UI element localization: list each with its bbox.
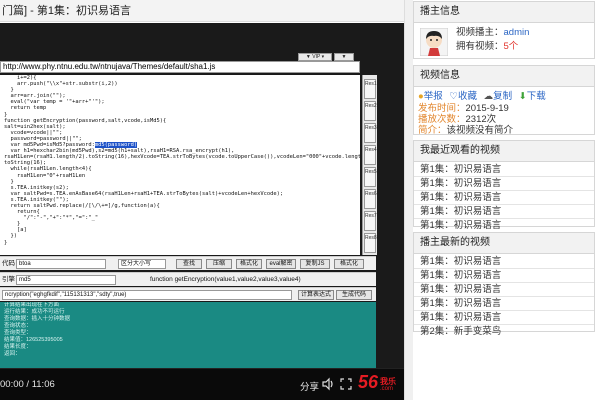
result-panel: 计算结果出现在下方面 运行结果：成功不可运行 查询数据：插入十分钟数据 查询状态： 查询…	[0, 302, 376, 368]
result-tab: Res6	[364, 189, 377, 209]
list-item[interactable]: 第1集：初识易语言	[414, 296, 594, 310]
format-button: 格式化	[236, 258, 262, 269]
56-logo: 56 我乐 .com	[358, 372, 402, 396]
list-item[interactable]: 第1集：初识易语言	[414, 268, 594, 282]
result-tab: Res2	[364, 101, 377, 121]
recent-watched-header: 我最近观看的视频	[414, 141, 594, 162]
video-info-header: 视频信息	[414, 66, 594, 87]
logo-number: 56	[358, 372, 379, 392]
result-line: 结果值：126525395005	[4, 337, 63, 343]
player-controls: 00:00 / 11:06 分享 56 我乐 .com	[0, 368, 404, 400]
browser-top-buttons: ▼ VIP ▾ ▼	[298, 53, 356, 61]
engine-select: md5	[16, 274, 116, 285]
result-line: 查询状态：	[4, 323, 32, 329]
avatar[interactable]	[420, 28, 448, 56]
fullscreen-icon[interactable]	[340, 378, 352, 390]
result-side-tabs: Res1 Res2 Res3 Res4 Res5 Res6 Res7 Res8	[362, 75, 377, 255]
engine-toolbar: 引擎 md5 function getEncryption(value1,val…	[0, 272, 376, 286]
page-scrollbar[interactable]	[404, 0, 413, 400]
code-toolbar: 代码 btoa 区分大小写 查找 压缩 格式化 eval解密 复制JS 格式化	[0, 256, 376, 270]
list-item[interactable]: 第1集：初识易语言	[414, 310, 594, 324]
download-link[interactable]: 下载	[527, 91, 546, 102]
video-screen[interactable]: ▼ VIP ▾ ▼ http://www.phy.ntnu.edu.tw/ntn…	[0, 23, 404, 368]
recent-watched-list: 第1集：初识易语言 第1集：初识易语言 第1集：初识易语言 第1集：初识易语言 …	[414, 162, 594, 232]
address-bar: http://www.phy.ntnu.edu.tw/ntnujava/Them…	[0, 61, 360, 73]
uploader-name-row: 视频播主：admin	[456, 24, 529, 38]
code-line: }	[4, 239, 8, 246]
expression-toolbar: ncryption("eghgfkdif","115131313","sdty"…	[0, 287, 376, 301]
function-signature: function getEncryption(value1,value2,val…	[150, 276, 301, 283]
download-icon: ⬇	[518, 91, 527, 102]
video-actions: ●举报 ♡收藏 ☁复制 ⬇下载	[418, 88, 594, 102]
uploader-box: 播主信息 视频播主：admin 拥有视频：5个	[413, 1, 595, 59]
list-item[interactable]: 第1集：初识易语言	[414, 204, 594, 218]
result-tab: Res8	[364, 233, 377, 253]
find-button: 查找	[176, 258, 202, 269]
result-line: 查询类型：	[4, 330, 32, 336]
code-text: var md5Pwd=isMd5?password:	[4, 142, 95, 149]
uploader-name-link[interactable]: admin	[504, 27, 530, 38]
intro-text: 该视频没有简介	[446, 125, 514, 136]
intro-row: 简介：该视频没有简介	[418, 122, 513, 136]
uploader-count-value: 5个	[503, 41, 519, 52]
format2-button: 格式化	[334, 258, 364, 269]
list-item[interactable]: 第1集：初识易语言	[414, 190, 594, 204]
list-item[interactable]: 第1集：初识易语言	[414, 255, 594, 268]
eval-decrypt-button: eval解密	[266, 258, 296, 269]
result-tab: Res1	[364, 79, 377, 99]
latest-videos-list: 第1集：初识易语言 第1集：初识易语言 第1集：初识易语言 第1集：初识易语言 …	[414, 254, 594, 338]
uploader-count-label: 拥有视频：	[456, 41, 504, 52]
result-line: 结果长度：	[4, 344, 32, 350]
recent-watched-box: 我最近观看的视频 第1集：初识易语言 第1集：初识易语言 第1集：初识易语言 第…	[413, 140, 595, 231]
vip-button: ▼ VIP ▾	[298, 53, 332, 61]
result-line: 查询数据：插入十分钟数据	[4, 316, 71, 322]
result-tab: Res5	[364, 167, 377, 187]
playback-time: 00:00 / 11:06	[0, 379, 55, 390]
uploader-count-row: 拥有视频：5个	[456, 38, 518, 52]
result-line: 运行结果：成功不可运行	[4, 309, 65, 315]
code-highlight: md5(password)	[94, 142, 138, 149]
latest-videos-header: 播主最新的视频	[414, 233, 594, 254]
calculate-button: 计算表达式	[298, 289, 334, 300]
share-button[interactable]: 分享	[300, 379, 319, 393]
page-title: 门篇] - 第1集：初识易语言	[0, 0, 404, 22]
expression-input: ncryption("eghgfkdif","115131313","sdty"…	[2, 289, 292, 300]
video-info-box: 视频信息 ●举报 ♡收藏 ☁复制 ⬇下载 发布时间：2015-9-19 播放次数…	[413, 65, 595, 136]
list-item[interactable]: 第1集：初识易语言	[414, 282, 594, 296]
generate-code-button: 生成代码	[336, 289, 372, 300]
compress-button: 压缩	[206, 258, 232, 269]
result-tab: Res4	[364, 145, 377, 165]
engine-label: 引擎	[2, 276, 15, 283]
logo-domain: .com	[380, 386, 394, 392]
list-item[interactable]: 第2集：新手变菜鸟	[414, 324, 594, 338]
code-line: rsaH1Len=(rsaH1.length/2).toString(16),h…	[4, 154, 360, 161]
case-select: 区分大小写	[118, 258, 166, 269]
result-line: 计算结果出现在下方面	[4, 302, 60, 308]
list-item[interactable]: 第1集：初识易语言	[414, 218, 594, 232]
uploader-name-label: 视频播主：	[456, 27, 504, 38]
code-label: 代码	[2, 260, 15, 267]
dropdown-button: ▼	[334, 53, 354, 61]
video-player[interactable]: ▼ VIP ▾ ▼ http://www.phy.ntnu.edu.tw/ntn…	[0, 23, 404, 400]
list-item[interactable]: 第1集：初识易语言	[414, 163, 594, 176]
code-search-input: btoa	[16, 258, 106, 269]
latest-videos-box: 播主最新的视频 第1集：初识易语言 第1集：初识易语言 第1集：初识易语言 第1…	[413, 232, 595, 337]
copy-js-button: 复制JS	[300, 258, 330, 269]
volume-icon[interactable]	[321, 377, 335, 391]
list-item[interactable]: 第1集：初识易语言	[414, 176, 594, 190]
uploader-header: 播主信息	[414, 2, 594, 23]
result-line: 返回：	[4, 351, 21, 357]
result-tab: Res7	[364, 211, 377, 231]
intro-label: 简介：	[418, 125, 447, 136]
code-editor: i+=2){ arr.push("\\x"+str.substr(i,2)) }…	[0, 75, 360, 255]
result-tab: Res3	[364, 123, 377, 143]
